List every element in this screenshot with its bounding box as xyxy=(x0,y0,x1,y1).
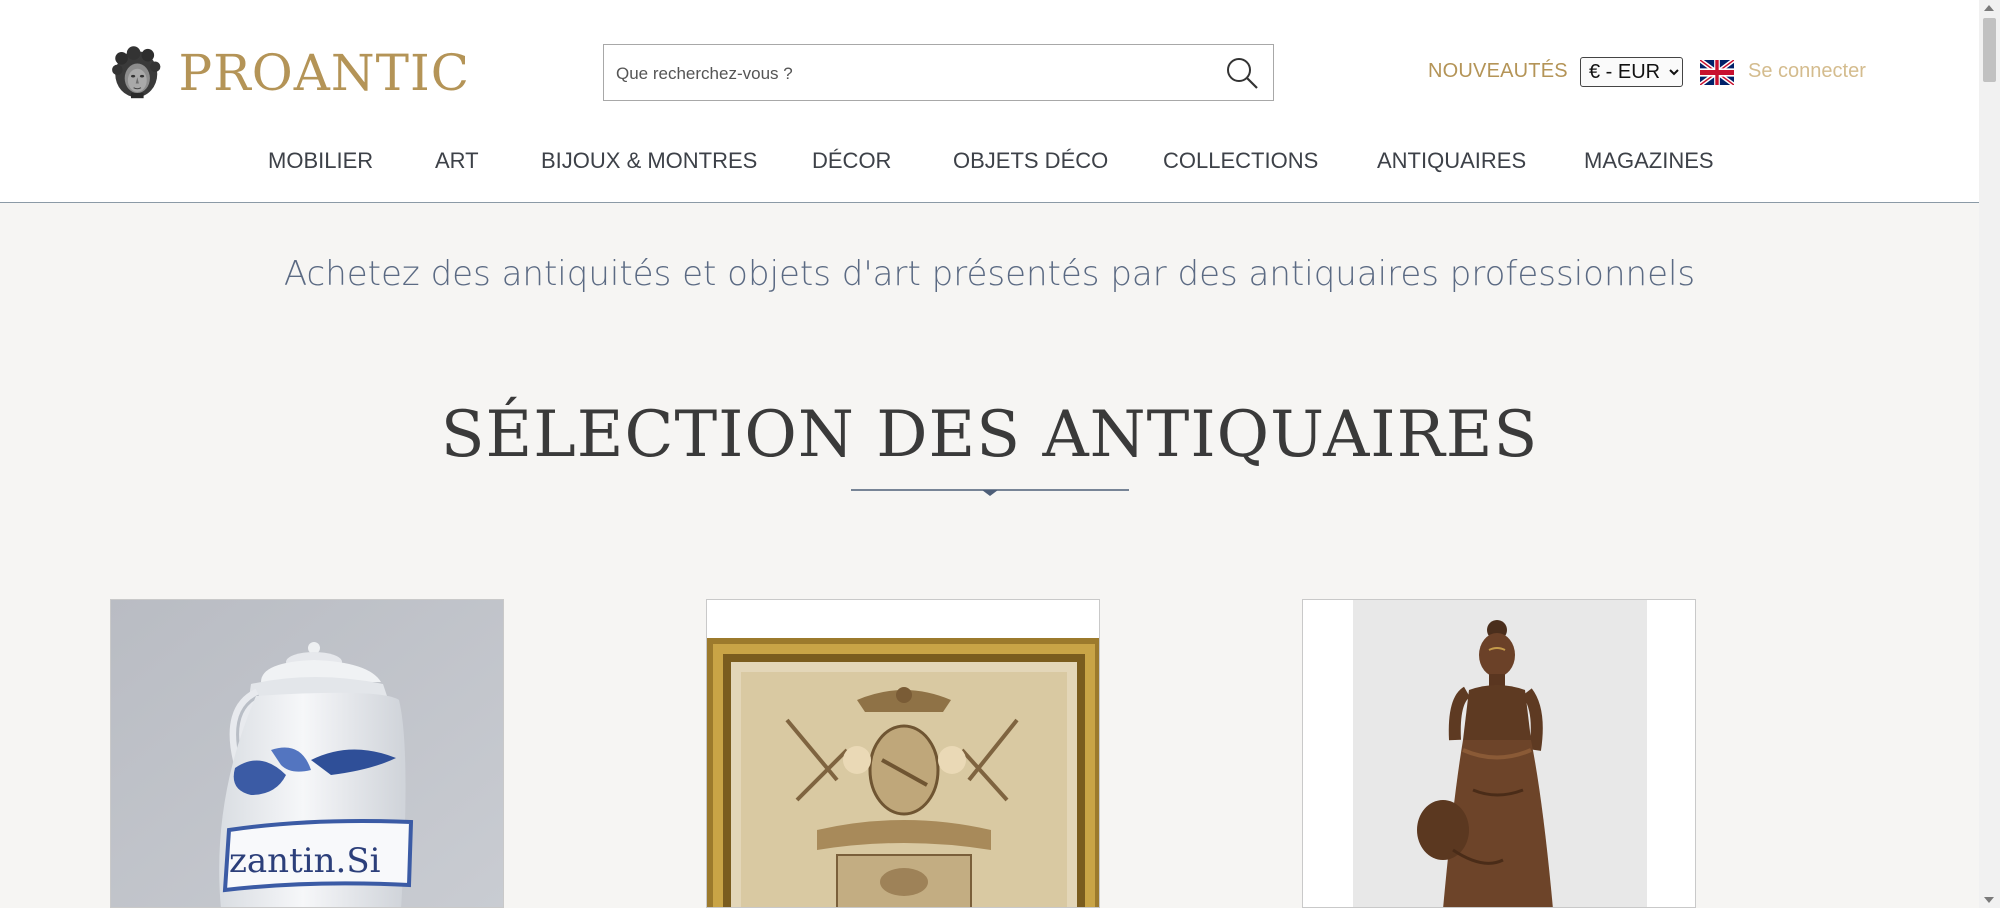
search-icon[interactable] xyxy=(1225,56,1259,90)
nav-item-magazines[interactable]: MAGAZINES xyxy=(1584,148,1714,174)
main-nav: MOBILIER ART BIJOUX & MONTRES DÉCOR OBJE… xyxy=(0,148,1979,180)
jar-label-text: zantin.Si xyxy=(229,841,381,881)
logo-head-icon xyxy=(112,45,161,98)
nav-item-art[interactable]: ART xyxy=(435,148,479,174)
faience-jug-image: zantin.Si xyxy=(111,600,503,907)
search-box xyxy=(603,44,1274,102)
currency-select[interactable]: € - EUR xyxy=(1580,57,1683,87)
nav-item-objets-deco[interactable]: OBJETS DÉCO xyxy=(953,148,1108,174)
scrollbar-thumb[interactable] xyxy=(1983,18,1996,82)
nav-item-collections[interactable]: COLLECTIONS xyxy=(1163,148,1318,174)
page-scrollbar[interactable] xyxy=(1979,0,2000,908)
product-card-3[interactable] xyxy=(1302,599,1696,908)
search-input[interactable] xyxy=(604,45,1218,102)
nav-item-decor[interactable]: DÉCOR xyxy=(812,148,891,174)
login-link[interactable]: Se connecter xyxy=(1748,60,1866,83)
uk-flag-icon[interactable] xyxy=(1700,60,1734,85)
scroll-up-arrow-icon[interactable] xyxy=(1984,5,1994,11)
scroll-down-arrow-icon[interactable] xyxy=(1984,897,1994,903)
logo-text: PROANTIC xyxy=(178,43,470,102)
nouveautes-link[interactable]: NOUVEAUTÉS xyxy=(1428,60,1568,83)
nav-item-bijoux-montres[interactable]: BIJOUX & MONTRES xyxy=(541,148,757,174)
site-header: PROANTIC NOUVEAUTÉS € - EUR Se connecter… xyxy=(0,0,1979,203)
bronze-statue-image xyxy=(1303,600,1695,907)
logo[interactable]: PROANTIC xyxy=(110,20,470,125)
product-card-2[interactable] xyxy=(706,599,1100,908)
section-title: SÉLECTION DES ANTIQUAIRES xyxy=(440,398,1539,472)
title-divider xyxy=(851,489,1129,496)
product-card-1[interactable]: zantin.Si xyxy=(110,599,504,908)
nav-item-mobilier[interactable]: MOBILIER xyxy=(268,148,373,174)
framed-engraving-image xyxy=(707,600,1099,907)
page-tagline: Achetez des antiquités et objets d'art p… xyxy=(283,254,1696,294)
nav-item-antiquaires[interactable]: ANTIQUAIRES xyxy=(1377,148,1526,174)
